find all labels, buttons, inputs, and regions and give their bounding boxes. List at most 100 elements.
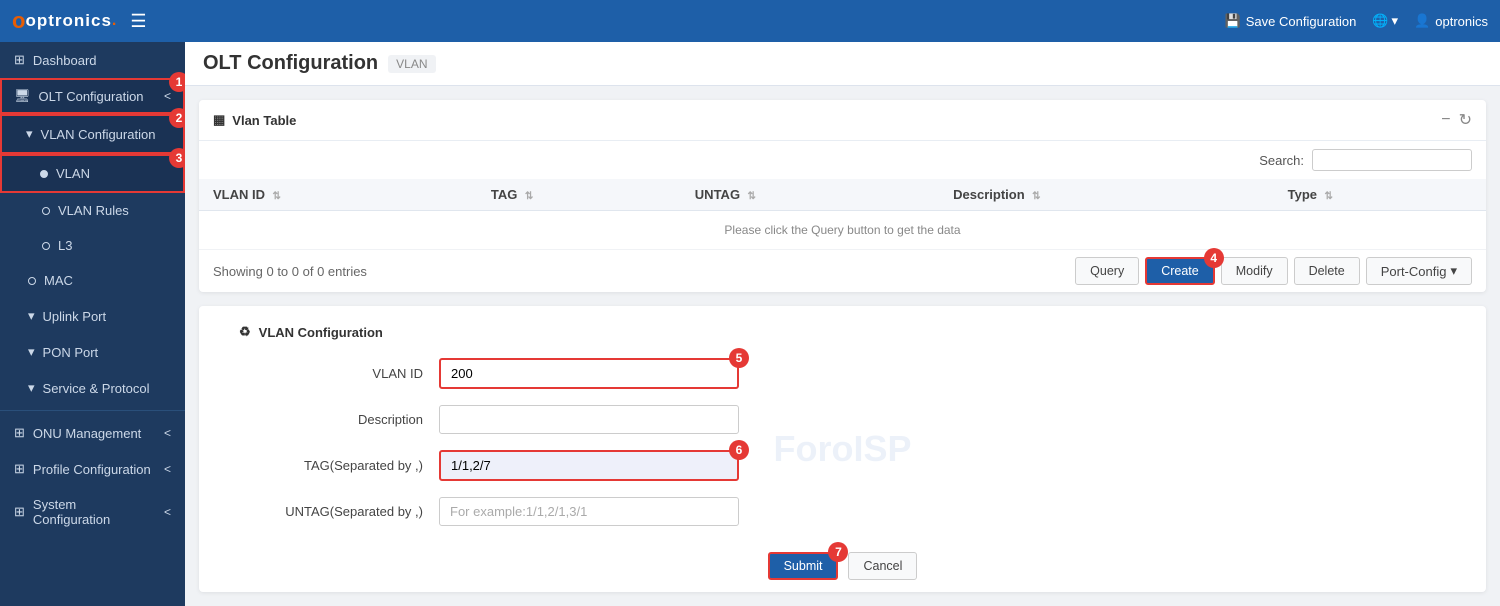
showing-text: Showing 0 to 0 of 0 entries — [213, 264, 367, 279]
sidebar-item-vlan[interactable]: VLAN 3 — [0, 154, 185, 193]
chevron-down-icon: ▾ — [1450, 263, 1457, 279]
chevron-left-icon: < — [164, 505, 171, 519]
sidebar-item-label: MAC — [44, 273, 73, 288]
form-row-tag: TAG(Separated by ,) 6 — [239, 450, 1446, 481]
description-input[interactable] — [439, 405, 739, 434]
tag-field-wrapper: 6 — [439, 450, 739, 481]
vlan-table-card: ▦ Vlan Table − ↻ Search: — [199, 100, 1486, 292]
cancel-button[interactable]: Cancel — [848, 552, 917, 580]
save-icon: 💾 — [1225, 13, 1241, 29]
divider — [0, 410, 185, 411]
chevron-down-icon: ▾ — [1392, 13, 1399, 29]
navbar-left: o optronics . ☰ — [12, 8, 147, 34]
minimize-icon[interactable]: − — [1441, 111, 1450, 129]
sidebar-item-vlan-rules[interactable]: VLAN Rules — [0, 193, 185, 228]
username-label: optronics — [1435, 14, 1488, 29]
user-icon: 👤 — [1414, 13, 1430, 29]
tag-input[interactable] — [439, 450, 739, 481]
sidebar-item-label: Dashboard — [33, 53, 97, 68]
sidebar-item-mac[interactable]: MAC — [0, 263, 185, 298]
chevron-down-icon: ▾ — [26, 126, 33, 142]
vlan-id-input[interactable] — [439, 358, 739, 389]
table-footer: Showing 0 to 0 of 0 entries Query Create… — [199, 250, 1486, 292]
sidebar-item-profile-config[interactable]: ⊞ Profile Configuration < — [0, 451, 185, 487]
sort-icon[interactable]: ⇅ — [1032, 191, 1040, 202]
delete-button[interactable]: Delete — [1294, 257, 1360, 285]
save-config-button[interactable]: 💾 Save Configuration — [1225, 13, 1357, 29]
vlan-data-table: VLAN ID ⇅ TAG ⇅ UNTAG ⇅ — [199, 179, 1486, 250]
sidebar-item-pon-port[interactable]: ▾ PON Port — [0, 334, 185, 370]
vlan-id-field-wrapper: 5 — [439, 358, 739, 389]
sidebar-item-vlan-config[interactable]: ▾ VLAN Configuration 2 — [0, 114, 185, 154]
submit-button[interactable]: Submit — [768, 552, 839, 580]
page-header: OLT Configuration VLAN — [185, 42, 1500, 86]
sidebar-item-label: VLAN Rules — [58, 203, 129, 218]
sort-icon[interactable]: ⇅ — [525, 191, 533, 202]
modify-button[interactable]: Modify — [1221, 257, 1288, 285]
query-button[interactable]: Query — [1075, 257, 1139, 285]
sidebar-item-system-config[interactable]: ⊞ System Configuration < — [0, 487, 185, 537]
form-row-vlan-id: VLAN ID 5 — [239, 358, 1446, 389]
logo-dot-icon: . — [112, 12, 116, 30]
form-row-description: Description — [239, 405, 1446, 434]
table-wrapper: VLAN ID ⇅ TAG ⇅ UNTAG ⇅ — [199, 179, 1486, 250]
form-row-untag: UNTAG(Separated by ,) — [239, 497, 1446, 526]
save-config-label: Save Configuration — [1246, 14, 1357, 29]
col-description: Description ⇅ — [939, 179, 1273, 211]
globe-icon: 🌐 — [1372, 13, 1388, 29]
col-vlan-id: VLAN ID ⇅ — [199, 179, 477, 211]
config-icon: ♻ — [239, 324, 251, 340]
sidebar-item-onu-management[interactable]: ⊞ ONU Management < — [0, 415, 185, 451]
sidebar-item-label: L3 — [58, 238, 72, 253]
language-button[interactable]: 🌐 ▾ — [1372, 13, 1398, 29]
chevron-down-icon: ▾ — [28, 344, 35, 360]
vlan-table-title: ▦ Vlan Table — [213, 112, 296, 128]
chevron-down-icon: ▾ — [28, 380, 35, 396]
badge-1: 1 — [169, 72, 185, 92]
logo-text: optronics — [25, 11, 111, 31]
sort-icon[interactable]: ⇅ — [748, 191, 756, 202]
dashboard-icon: ⊞ — [14, 52, 25, 68]
content-body: ▦ Vlan Table − ↻ Search: — [185, 86, 1500, 606]
sidebar-item-l3[interactable]: L3 — [0, 228, 185, 263]
hamburger-icon[interactable]: ☰ — [130, 11, 146, 32]
sidebar-item-label: System Configuration — [33, 497, 156, 527]
submit-btn-wrapper: Submit 7 — [768, 552, 839, 580]
sidebar-item-service-protocol[interactable]: ▾ Service & Protocol — [0, 370, 185, 406]
col-tag: TAG ⇅ — [477, 179, 681, 211]
badge-2: 2 — [169, 108, 185, 128]
refresh-icon[interactable]: ↻ — [1459, 110, 1472, 130]
search-input[interactable] — [1312, 149, 1472, 171]
sidebar-item-label: Service & Protocol — [43, 381, 150, 396]
sort-icon[interactable]: ⇅ — [272, 191, 280, 202]
vlan-table-card-header: ▦ Vlan Table − ↻ — [199, 100, 1486, 141]
sidebar-item-dashboard[interactable]: ⊞ Dashboard — [0, 42, 185, 78]
user-button[interactable]: 👤 optronics — [1414, 13, 1488, 29]
sidebar-item-uplink-port[interactable]: ▾ Uplink Port — [0, 298, 185, 334]
navbar: o optronics . ☰ 💾 Save Configuration 🌐 ▾… — [0, 0, 1500, 42]
sidebar-item-label: Profile Configuration — [33, 462, 151, 477]
empty-message: Please click the Query button to get the… — [199, 211, 1486, 250]
chevron-left-icon: < — [164, 426, 171, 440]
col-untag: UNTAG ⇅ — [681, 179, 939, 211]
description-label: Description — [239, 412, 439, 427]
form-actions: Submit 7 Cancel — [239, 542, 1446, 586]
untag-input[interactable] — [439, 497, 739, 526]
port-config-button[interactable]: Port-Config ▾ — [1366, 257, 1472, 285]
page-subtitle: VLAN — [388, 55, 435, 73]
card-actions: − ↻ — [1441, 110, 1472, 130]
sidebar-item-label: VLAN Configuration — [41, 127, 156, 142]
sidebar-item-olt-config[interactable]: 🖥 OLT Configuration < 1 — [0, 78, 185, 114]
circle-icon — [40, 170, 48, 178]
sidebar: ⊞ Dashboard 🖥 OLT Configuration < 1 ▾ VL… — [0, 42, 185, 606]
grid-icon: ⊞ — [14, 504, 25, 520]
sort-icon[interactable]: ⇅ — [1324, 191, 1332, 202]
sidebar-item-label: PON Port — [43, 345, 99, 360]
sidebar-item-label: OLT Configuration — [39, 89, 144, 104]
sidebar-item-label: VLAN — [56, 166, 90, 181]
badge-3: 3 — [169, 148, 185, 168]
monitor-icon: 🖥 — [14, 88, 31, 104]
sidebar-item-label: ONU Management — [33, 426, 141, 441]
content-area: OLT Configuration VLAN ▦ Vlan Table − ↻ — [185, 42, 1500, 606]
navbar-logo: o optronics . — [12, 8, 116, 34]
